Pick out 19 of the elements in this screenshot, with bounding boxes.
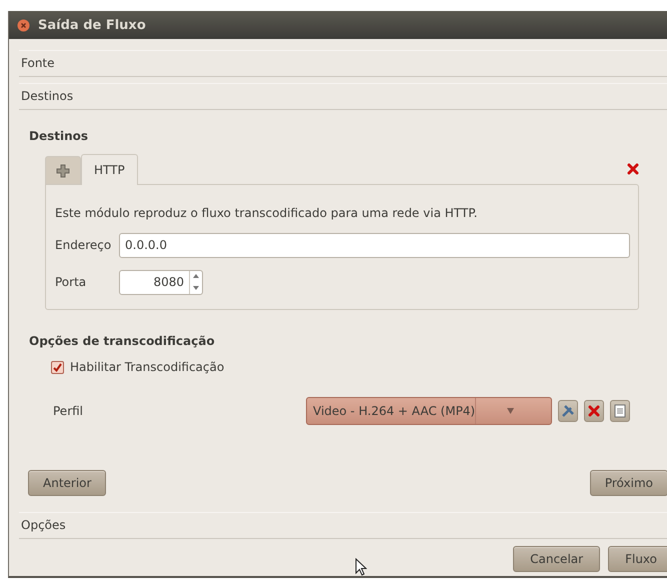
next-button[interactable]: Próximo: [590, 470, 667, 496]
window-title: Saída de Fluxo: [38, 18, 146, 32]
address-field[interactable]: 0.0.0.0: [119, 232, 630, 258]
section-header[interactable]: Destinos: [19, 83, 667, 110]
checkbox-label: Habilitar Transcodificação: [70, 360, 224, 374]
field-label: Porta: [55, 275, 88, 289]
section-header[interactable]: Fonte: [19, 50, 667, 77]
section-heading: Opções de transcodificação: [29, 333, 216, 349]
profile-label: Perfil: [53, 404, 84, 418]
section-header[interactable]: Opções: [19, 512, 667, 539]
stream-button[interactable]: Fluxo: [608, 546, 667, 572]
description: Este módulo reproduz o fluxo transcodificado para uma rede via HTTP.: [55, 205, 478, 221]
field-label: Endereço: [55, 238, 112, 252]
section-heading: Destinos: [29, 128, 90, 144]
previous-button[interactable]: Anterior: [28, 470, 106, 496]
port-spinbox[interactable]: 8080: [119, 270, 203, 294]
profile-dropdown[interactable]: Video - H.264 + AAC (MP4): [306, 397, 552, 425]
tab[interactable]: HTTP: [81, 154, 138, 185]
cancel-button[interactable]: Cancelar: [513, 546, 600, 572]
